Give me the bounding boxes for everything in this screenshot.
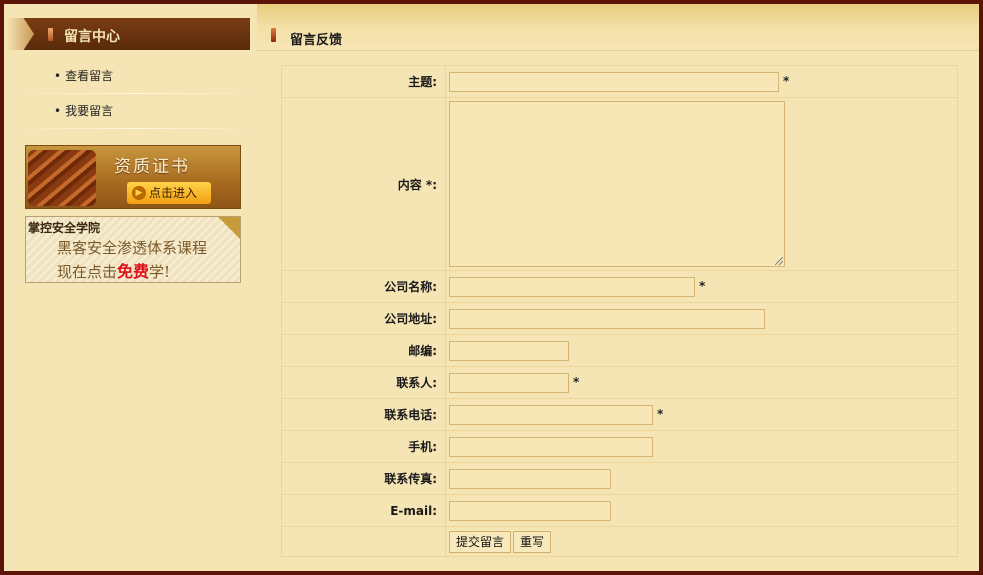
subject-input[interactable] [449,71,779,92]
reset-button[interactable]: 重写 [513,530,552,553]
form-row-mobile: 手机: [281,430,958,463]
company-label: 公司名称: [281,270,446,303]
required-mark: * [657,407,664,421]
fax-label: 联系传真: [281,462,446,495]
academy-banner[interactable]: 掌控安全学院 黑客安全渗透体系课程 现在点击免费学! [25,216,241,283]
page-frame: 留言中心 • 查看留言 • 我要留言 资质证书 ▶ 点击进入 掌控安全学院 黑客安全… [4,4,979,571]
corner-fold-icon [218,217,240,239]
resize-grip-icon[interactable] [775,257,783,265]
certificate-banner[interactable]: 资质证书 ▶ 点击进入 [25,145,241,209]
form-row-contact: 联系人: * [281,366,958,399]
form-row-subject: 主题: * [281,65,958,98]
main-content: 留言反馈 主题: * 内容 *: 公司名称: * 公司地址: 邮编: 联系人: … [257,4,979,571]
divider [14,93,256,94]
enter-button-label: 点击进入 [149,186,198,200]
sidebar-header: 留言中心 [8,18,250,50]
content-label: 内容 *: [281,97,446,271]
page-title: 留言反馈 [290,33,343,48]
company-input[interactable] [449,276,695,297]
form-row-company: 公司名称: * [281,270,958,303]
sidebar-item-leave-message[interactable]: • 我要留言 [14,96,254,126]
sidebar-item-view-messages[interactable]: • 查看留言 [14,61,254,91]
mobile-label: 手机: [281,430,446,463]
sidebar: 留言中心 • 查看留言 • 我要留言 资质证书 ▶ 点击进入 掌控安全学院 黑客安全… [4,4,257,571]
marker-icon [48,28,53,41]
form-row-email: E-mail: [281,494,958,527]
contact-label: 联系人: [281,366,446,399]
form-row-content: 内容 *: [281,97,958,271]
play-icon: ▶ [132,186,146,200]
address-input[interactable] [449,308,765,329]
academy-free-highlight: 免费 [117,262,150,281]
academy-name: 掌控安全学院 [28,221,101,235]
academy-cta-prefix: 现在点击 [57,263,118,281]
phone-label: 联系电话: [281,398,446,431]
academy-course-text: 黑客安全渗透体系课程 [57,239,208,257]
academy-cta-text: 现在点击免费学! [57,258,170,282]
certificate-title: 资质证书 [114,157,190,177]
contact-input[interactable] [449,372,569,393]
form-row-zip: 邮编: [281,334,958,367]
wood-carving-image [28,150,96,206]
form-row-phone: 联系电话: * [281,398,958,431]
content-textarea[interactable] [449,101,785,267]
enter-button[interactable]: ▶ 点击进入 [127,182,211,204]
arrow-icon [8,18,34,50]
form-row-fax: 联系传真: [281,462,958,495]
fax-input[interactable] [449,468,611,489]
mobile-input[interactable] [449,436,653,457]
feedback-form: 主题: * 内容 *: 公司名称: * 公司地址: 邮编: 联系人: * 联系电… [281,65,958,557]
subject-label: 主题: [281,65,446,98]
address-label: 公司地址: [281,302,446,335]
marker-icon [271,28,276,42]
sidebar-item-label: 我要留言 [65,104,114,118]
form-row-actions: 提交留言 重写 [281,526,958,557]
sidebar-title: 留言中心 [64,29,120,45]
divider [14,128,256,129]
main-header: 留言反馈 [257,4,979,51]
required-mark: * [699,279,706,293]
required-mark: * [783,74,790,88]
submit-button[interactable]: 提交留言 [449,530,512,553]
academy-cta-suffix: 学! [149,263,171,281]
email-label: E-mail: [281,494,446,527]
bullet-icon: • [54,69,62,83]
sidebar-item-label: 查看留言 [65,69,114,83]
bullet-icon: • [54,104,62,118]
zip-label: 邮编: [281,334,446,367]
zip-input[interactable] [449,340,569,361]
phone-input[interactable] [449,404,653,425]
email-input[interactable] [449,500,611,521]
form-row-address: 公司地址: [281,302,958,335]
required-mark: * [573,375,580,389]
